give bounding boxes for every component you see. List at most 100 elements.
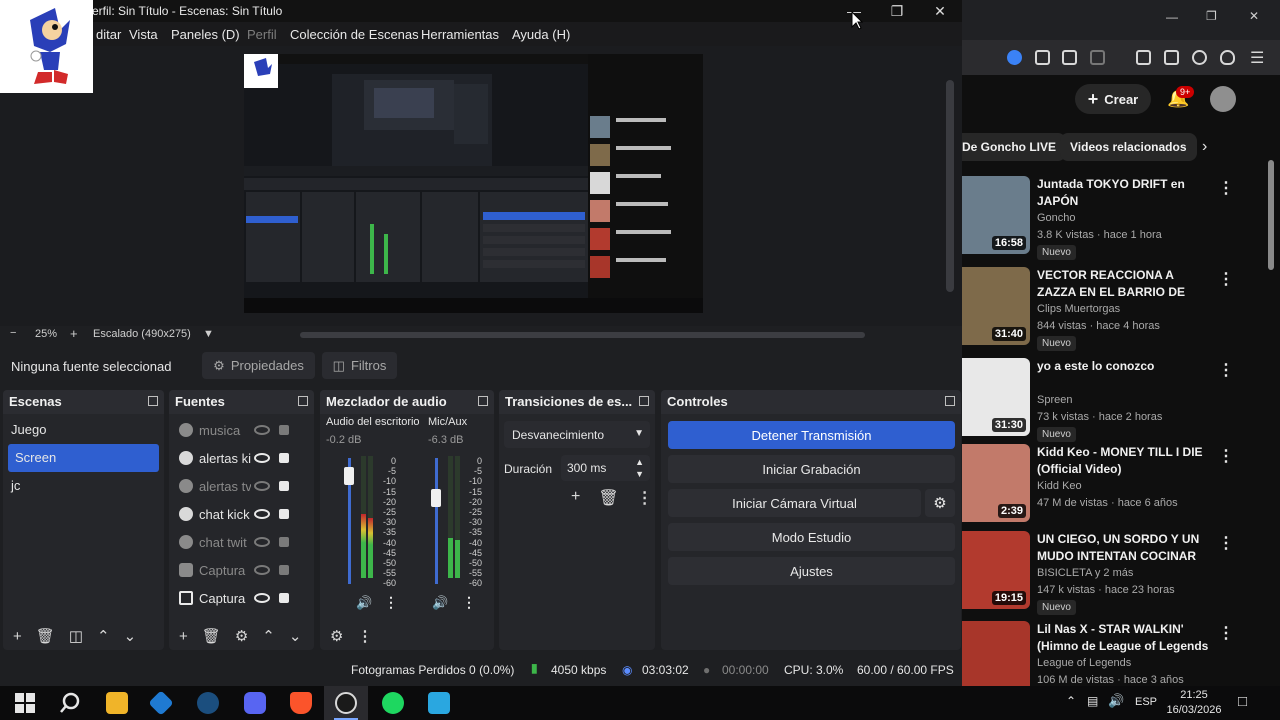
discord-icon[interactable] [244,692,266,714]
virtual-camera-settings-icon[interactable]: ⚙ [925,489,955,517]
menu-paneles[interactable]: Paneles (D) [171,27,240,42]
spin-arrows-icon[interactable]: ▲ ▼ [635,456,644,480]
video-title[interactable]: VECTOR REACCIONA A ZAZZA EN EL BARRIO DE… [1037,267,1212,301]
more-options-icon[interactable]: ⋮ [1218,533,1234,553]
eye-icon[interactable] [254,509,270,519]
scene-item-screen[interactable]: Screen [8,444,159,472]
video-channel[interactable]: League of Legends [1037,657,1131,669]
start-virtual-camera-button[interactable]: Iniciar Cámara Virtual [668,489,921,517]
add-transition-button[interactable]: + [571,488,580,508]
steam-icon[interactable] [197,692,219,714]
video-channel[interactable]: Clips Muertorgas [1037,303,1120,315]
clock[interactable]: 21:25 16/03/2026 [1166,688,1222,718]
scrollbar[interactable] [1268,160,1274,270]
notification-center-icon[interactable]: □ [1238,693,1247,710]
move-up-icon[interactable]: ⌃ [97,627,110,645]
transition-select[interactable]: Desvanecimiento ▼ [504,421,650,448]
settings-button[interactable]: Ajustes [668,557,955,585]
sidebar-icon[interactable] [1136,50,1151,65]
undock-icon[interactable] [945,396,955,406]
video-item[interactable]: 2:39 Kidd Keo - MONEY TILL I DIE (Officia… [962,444,1280,532]
vscode-icon[interactable] [148,690,174,716]
undock-icon[interactable] [298,396,308,406]
speaker-icon[interactable]: 🔊 [432,595,448,611]
source-item[interactable]: chat kick [169,500,314,528]
source-item[interactable]: alertas tv [169,472,314,500]
eye-icon[interactable] [254,593,270,603]
eye-hidden-icon[interactable] [254,481,270,491]
menu-vista[interactable]: Vista [129,27,158,42]
studio-mode-button[interactable]: Modo Estudio [668,523,955,551]
chevron-up-icon[interactable]: ⌃ [1066,694,1076,708]
undock-icon[interactable] [478,396,488,406]
more-options-icon[interactable]: ⋮ [1218,446,1234,466]
remove-transition-button[interactable]: 🗑 [598,488,618,508]
more-options-icon[interactable]: ⋮ [384,594,398,611]
lock-icon[interactable] [279,509,289,519]
lock-icon[interactable] [279,537,289,547]
maximize-button[interactable]: ❐ [875,0,919,22]
preview-scrollbar-horizontal[interactable] [300,332,865,338]
remove-scene-button[interactable]: 🗑 [36,627,55,645]
move-down-icon[interactable]: ⌄ [289,627,302,645]
video-thumbnail[interactable]: 16:58 [962,176,1030,254]
zoom-out-button[interactable]: − [10,327,16,339]
video-thumbnail[interactable] [962,621,1030,686]
spotify-icon[interactable] [382,692,404,714]
chip-videos-relacionados[interactable]: Videos relacionados [1060,133,1197,161]
preview-canvas[interactable] [244,54,703,313]
video-title[interactable]: Lil Nas X - STAR WALKIN' (Himno de Leagu… [1037,621,1212,655]
search-icon[interactable] [59,692,81,714]
more-options-icon[interactable]: ⋮ [1218,269,1234,289]
video-channel[interactable]: Goncho [1037,212,1076,224]
eye-hidden-icon[interactable] [254,425,270,435]
more-options-icon[interactable]: ⋮ [1218,178,1234,198]
volume-slider[interactable] [435,458,438,584]
shield-icon[interactable] [1220,50,1235,65]
app-icon[interactable] [428,692,450,714]
more-options-icon[interactable]: ⋮ [637,488,653,508]
filters-button[interactable]: ◫ Filtros [322,352,397,379]
gear-icon[interactable]: ⚙ [330,627,343,645]
video-thumbnail[interactable]: 31:30 [962,358,1030,436]
source-item[interactable]: alertas ki [169,444,314,472]
stop-streaming-button[interactable]: Detener Transmisión [668,421,955,449]
undock-icon[interactable] [148,396,158,406]
properties-button[interactable]: ⚙ Propiedades [202,352,315,379]
wallet-icon[interactable] [1164,50,1179,65]
brave-icon[interactable] [290,692,312,714]
undock-icon[interactable] [639,396,649,406]
start-recording-button[interactable]: Iniciar Grabación [668,455,955,483]
video-channel[interactable]: BISICLETA y 2 más [1037,567,1133,579]
video-title[interactable]: UN CIEGO, UN SORDO Y UN MUDO INTENTAN CO… [1037,531,1212,565]
network-icon[interactable]: ▤ [1087,694,1098,708]
menu-herramientas[interactable]: Herramientas [421,27,499,42]
hamburger-menu-icon[interactable]: ☰ [1250,48,1264,68]
chip-goncho-live[interactable]: De Goncho LIVE [962,133,1067,161]
minimize-button[interactable]: — [1166,10,1178,24]
video-item[interactable]: 31:30 yo a este lo conozco Spreen 73 k vist… [962,358,1280,446]
menu-editar[interactable]: ditar [96,27,121,42]
more-options-icon[interactable]: ⋮ [1218,360,1234,380]
close-button[interactable]: ✕ [918,0,962,22]
more-options-icon[interactable]: ⋮ [462,594,476,611]
source-item[interactable]: Captura [169,584,314,612]
speaker-icon[interactable]: 🔊 [356,595,372,611]
preview-scrollbar-vertical[interactable] [946,80,954,292]
menu-coleccion-escenas[interactable]: Colección de Escenas [290,27,419,42]
gear-icon[interactable]: ⚙ [235,627,248,645]
source-item[interactable]: Captura [169,556,314,584]
menu-perfil[interactable]: Perfil [247,27,277,42]
language-indicator[interactable]: ESP [1135,696,1157,708]
more-options-icon[interactable]: ⋮ [1218,623,1234,643]
more-options-icon[interactable]: ⋮ [357,627,372,645]
move-down-icon[interactable]: ⌄ [124,627,137,645]
scene-item-juego[interactable]: Juego [3,416,164,444]
obs-taskbar-button[interactable] [324,686,368,720]
puzzle-icon[interactable] [1035,50,1050,65]
chevron-right-icon[interactable]: › [1202,138,1207,156]
volume-slider-handle[interactable] [431,488,441,507]
video-item[interactable]: 19:15 UN CIEGO, UN SORDO Y UN MUDO INTENT… [962,531,1280,619]
eye-hidden-icon[interactable] [254,565,270,575]
video-thumbnail[interactable]: 19:15 [962,531,1030,609]
